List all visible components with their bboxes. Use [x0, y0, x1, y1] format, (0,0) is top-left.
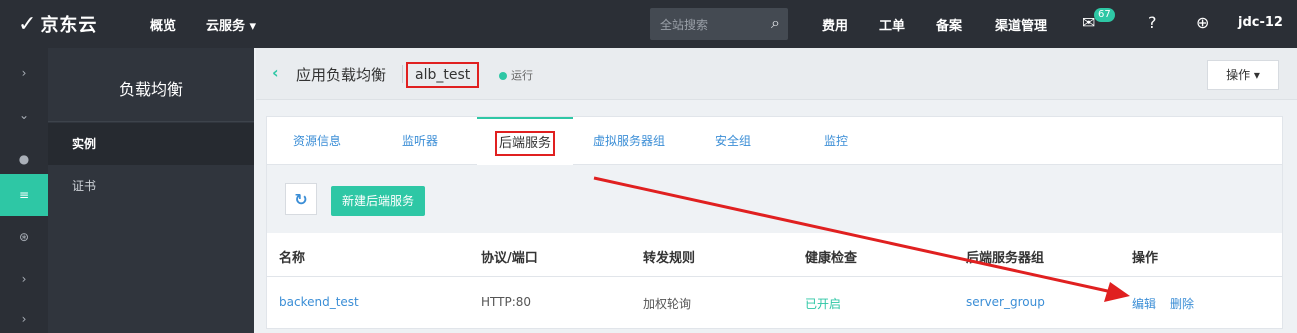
mail-badge: 67: [1094, 8, 1115, 22]
column-header: 名称: [279, 251, 306, 266]
refresh-button[interactable]: ↻: [285, 183, 317, 215]
network-icon[interactable]: ⊛: [0, 216, 48, 258]
table-header: 名称 协议/端口 转发规则 健康检查 后端服务器组 操作: [267, 235, 1282, 277]
status-text: 运行: [511, 69, 533, 82]
operations-dropdown[interactable]: 操作 ▾: [1207, 60, 1279, 90]
top-bar: ✓ 京东云 概览 云服务 ▾ 全站搜索 ⌕ 费用 工单 备案 渠道管理 ✉ 67…: [0, 0, 1297, 48]
protocol-port: HTTP:80: [481, 295, 532, 309]
breadcrumb[interactable]: 应用负载均衡: [296, 64, 386, 85]
left-rail: › ⌄ ● ≡ ⊛ › ›: [0, 48, 48, 333]
divider: [402, 65, 403, 83]
chevron-right-icon[interactable]: ›: [0, 298, 48, 333]
table-row: backend_test HTTP:80 加权轮询 已开启 server_gro…: [267, 279, 1282, 327]
tab-security-groups[interactable]: 安全组: [715, 117, 751, 165]
page-header: ‹ 应用负载均衡 alb_test 运行 操作 ▾: [256, 48, 1297, 100]
forwarding-rule: 加权轮询: [643, 297, 692, 311]
tab-resource-info[interactable]: 资源信息: [293, 117, 341, 165]
column-header: 后端服务器组: [966, 251, 1045, 266]
table-toolbar: ↻ 新建后端服务: [267, 165, 1282, 233]
tab-monitoring[interactable]: 监控: [824, 117, 848, 165]
search-input[interactable]: 全站搜索: [660, 16, 708, 33]
new-backend-service-button[interactable]: 新建后端服务: [331, 186, 425, 216]
user-account[interactable]: jdc-12: [1238, 15, 1283, 30]
tab-virtual-server-groups[interactable]: 虚拟服务器组: [593, 117, 665, 165]
edit-link[interactable]: 编辑: [1132, 295, 1156, 312]
sliders-icon[interactable]: ≡: [0, 174, 48, 216]
chevron-right-icon[interactable]: ›: [0, 52, 48, 94]
delete-link[interactable]: 删除: [1170, 295, 1194, 312]
brand-name: 京东云: [40, 15, 98, 36]
sidebar-item-certificates[interactable]: 证书: [48, 165, 254, 207]
column-header: 协议/端口: [481, 251, 538, 266]
side-panel-title: 负载均衡: [118, 80, 183, 99]
tab-backend-services-label: 后端服务: [494, 131, 555, 156]
back-chevron-icon[interactable]: ‹: [272, 63, 279, 82]
tab-bar: 资源信息 监听器 后端服务 虚拟服务器组 安全组 监控: [267, 117, 1282, 166]
nav-billing[interactable]: 费用: [822, 15, 848, 34]
refresh-icon: ↻: [294, 189, 308, 209]
language-icon[interactable]: ⊕: [1196, 13, 1209, 32]
sidebar-item-instances[interactable]: 实例: [48, 123, 254, 165]
nav-cloud-services[interactable]: 云服务 ▾: [206, 15, 256, 34]
tab-listeners[interactable]: 监听器: [402, 117, 438, 165]
logo-icon: ✓: [18, 11, 37, 37]
backend-name-link[interactable]: backend_test: [279, 295, 359, 309]
nav-channel[interactable]: 渠道管理: [995, 15, 1047, 34]
jdcloud-logo[interactable]: ✓ 京东云: [18, 10, 97, 38]
column-header: 健康检查: [805, 251, 858, 266]
status-dot-icon: [499, 72, 507, 80]
health-check-status: 已开启: [805, 297, 842, 311]
chevron-down-icon[interactable]: ⌄: [0, 94, 48, 136]
column-header: 操作: [1132, 251, 1159, 266]
global-search[interactable]: 全站搜索 ⌕: [650, 8, 788, 40]
status-badge: 运行: [499, 67, 533, 83]
nav-filing[interactable]: 备案: [936, 15, 962, 34]
instance-name: alb_test: [406, 62, 480, 88]
divider: [48, 121, 254, 122]
help-icon[interactable]: ?: [1148, 13, 1157, 32]
column-header: 转发规则: [643, 251, 696, 266]
nav-overview[interactable]: 概览: [150, 15, 176, 34]
content-card: 资源信息 监听器 后端服务 虚拟服务器组 安全组 监控 ↻ 新建后端服务 名称 …: [266, 116, 1283, 329]
search-icon[interactable]: ⌕: [771, 13, 780, 33]
chevron-right-icon[interactable]: ›: [0, 258, 48, 300]
server-group-link[interactable]: server_group: [966, 295, 1045, 309]
tab-backend-services[interactable]: 后端服务: [477, 117, 573, 166]
side-panel: 负载均衡 实例 证书: [48, 48, 254, 333]
nav-tickets[interactable]: 工单: [879, 15, 905, 34]
